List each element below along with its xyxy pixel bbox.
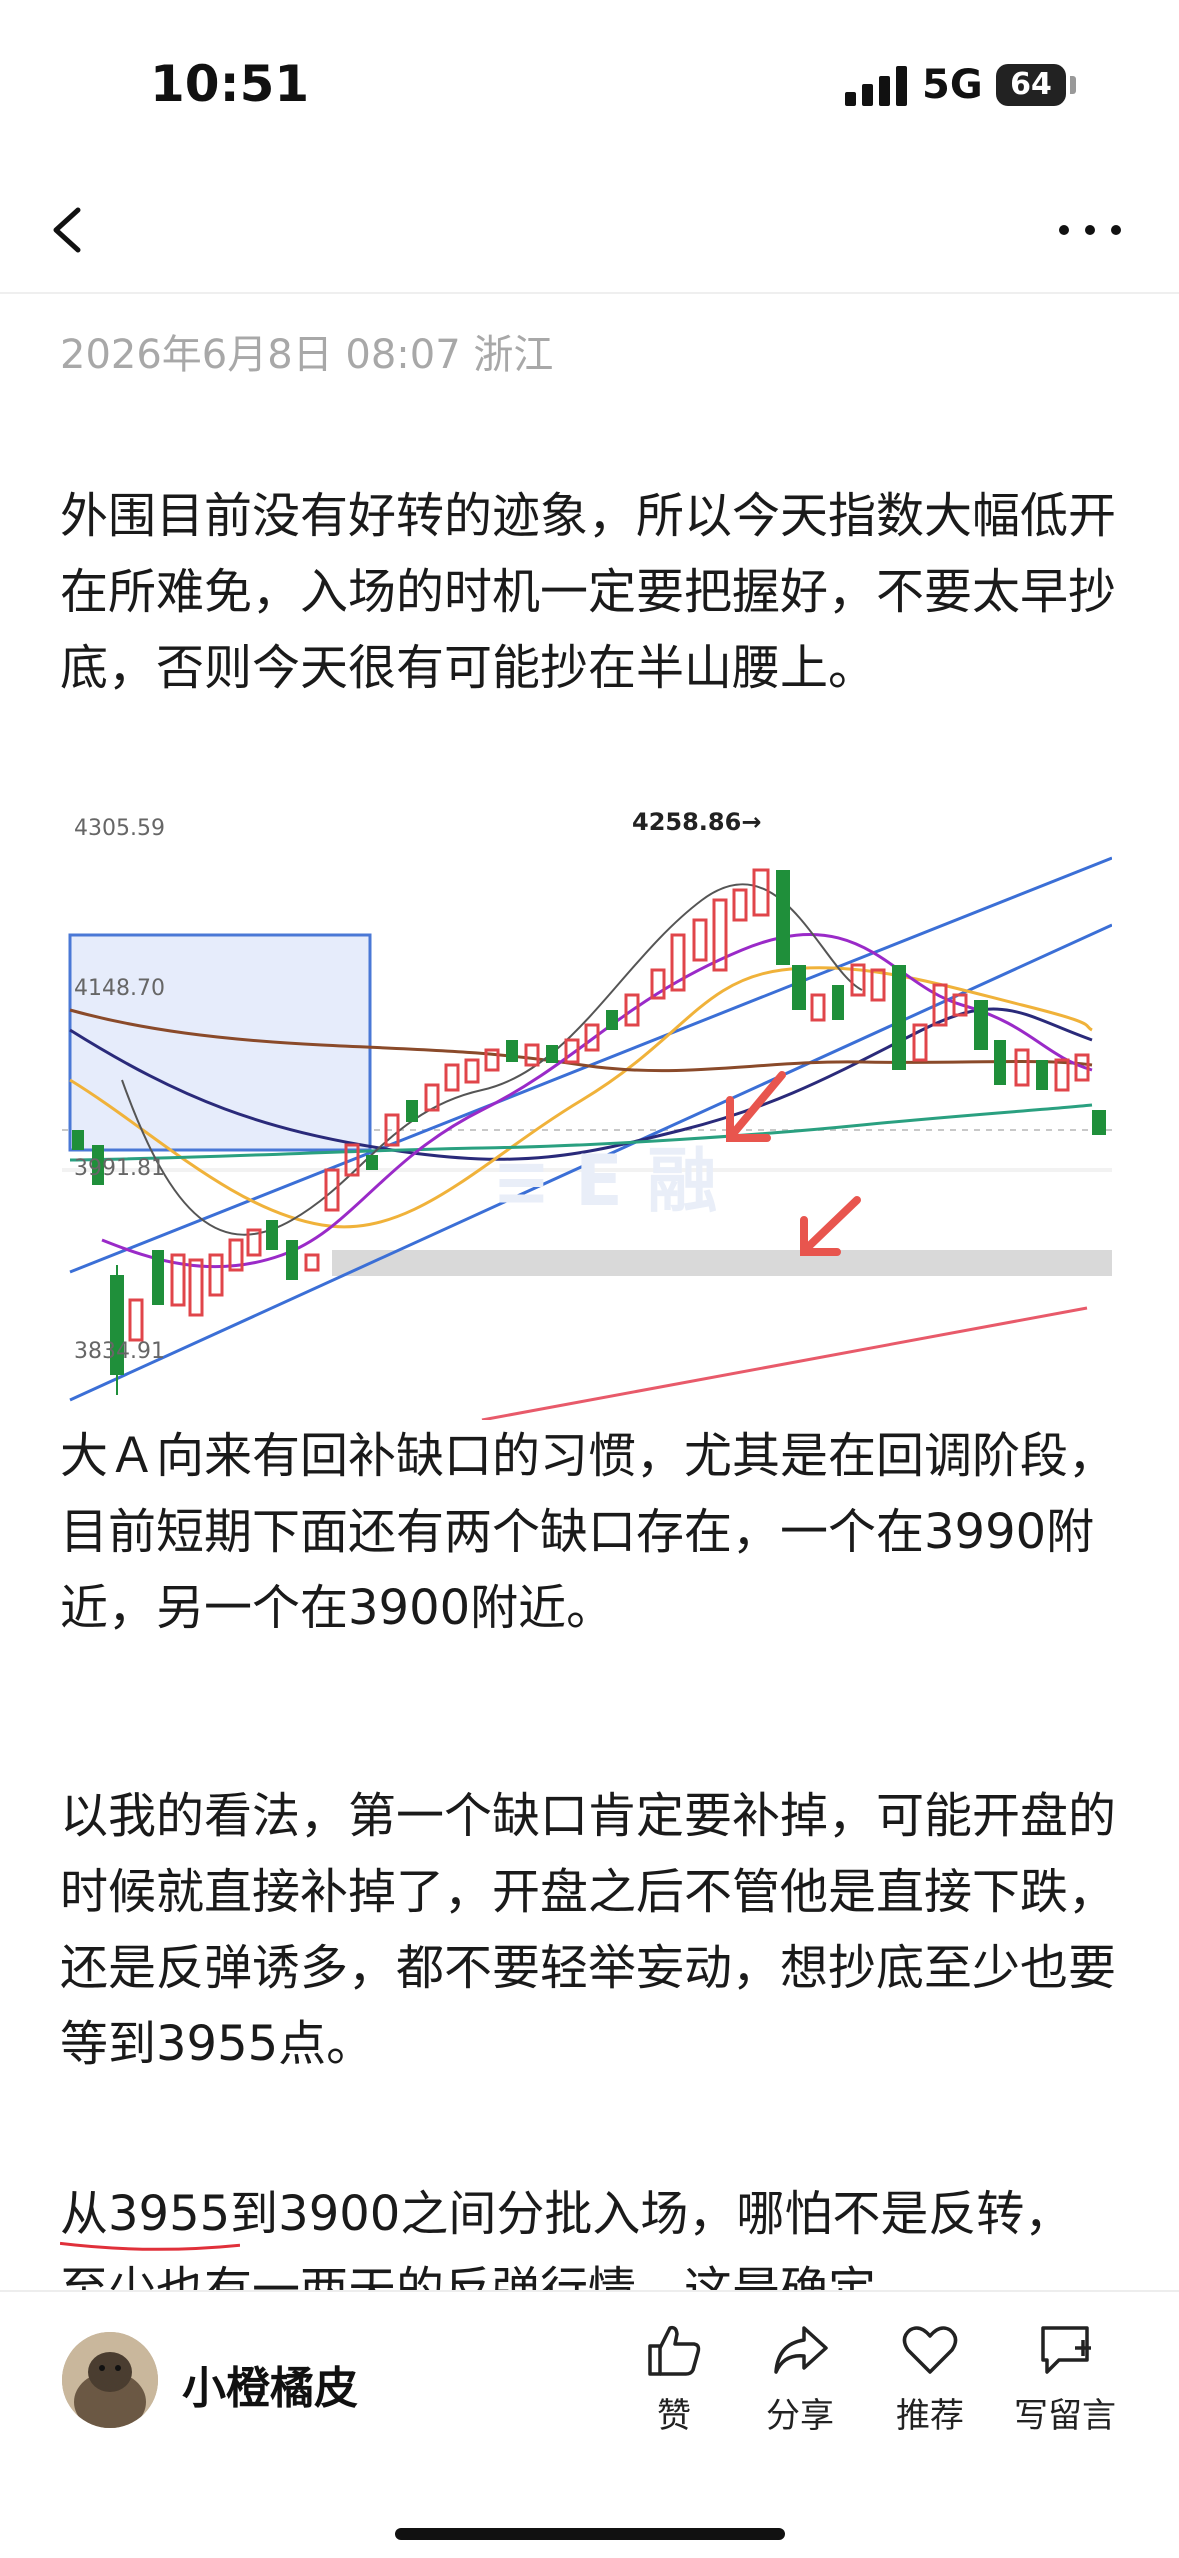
back-button[interactable] bbox=[42, 200, 102, 260]
more-dots-icon bbox=[1059, 225, 1121, 235]
more-button[interactable] bbox=[1050, 200, 1130, 260]
post-paragraph-2: 大Ａ向来有回补缺口的习惯，尤其是在回调阶段，目前短期下面还有两个缺口存在，一个在… bbox=[60, 1428, 1117, 1636]
recommend-label: 推荐 bbox=[896, 2396, 964, 2436]
candlestick-chart-image: ≡ E 融 4305.59 4148.70 3991.81 3834.91 42… bbox=[62, 800, 1113, 1422]
seal-avatar-image bbox=[62, 2332, 158, 2428]
comment-icon bbox=[1041, 2326, 1091, 2374]
bottom-action-bar: 小橙橘皮 赞 分享 推荐 写留言 bbox=[0, 2290, 1179, 2558]
chevron-left-icon bbox=[53, 207, 81, 253]
author-name[interactable]: 小橙橘皮 bbox=[182, 2352, 358, 2416]
share-button[interactable]: 分享 bbox=[740, 2320, 860, 2437]
highlight-box bbox=[68, 933, 372, 1152]
underlined-phrase-text: 从3955到3900之间分批入场， bbox=[60, 2186, 737, 2242]
post-paragraph-3: 以我的看法，第一个缺口肯定要补掉，可能开盘的时候就直接补掉了，开盘之后不管他是直… bbox=[60, 1788, 1117, 2072]
author-avatar[interactable] bbox=[62, 2332, 158, 2428]
price-label-bottom: 3834.91 bbox=[74, 1339, 165, 1364]
peak-label: 4258.86→ bbox=[632, 808, 761, 836]
red-underline bbox=[60, 2238, 240, 2256]
post-paragraph-1: 外围目前没有好转的迹象，所以今天指数大幅低开在所难免，入场的时机一定要把握好，不… bbox=[60, 488, 1117, 696]
status-bar: 10:51 5G 64 bbox=[0, 0, 1179, 170]
like-button[interactable]: 赞 bbox=[614, 2320, 734, 2437]
price-label-top: 4305.59 bbox=[74, 816, 165, 841]
recommend-button[interactable]: 推荐 bbox=[870, 2320, 990, 2437]
thumbs-up-icon bbox=[648, 2325, 701, 2376]
signal-icon bbox=[845, 66, 907, 106]
like-label: 赞 bbox=[657, 2396, 691, 2436]
battery-cap bbox=[1070, 76, 1076, 94]
comment-label: 写留言 bbox=[1014, 2396, 1116, 2436]
price-label-mid: 4148.70 bbox=[74, 976, 165, 1001]
share-icon bbox=[774, 2326, 828, 2374]
home-indicator bbox=[395, 2528, 785, 2540]
price-label-lower: 3991.81 bbox=[74, 1156, 165, 1181]
gap-zone bbox=[332, 1250, 1112, 1276]
comment-button[interactable]: 写留言 bbox=[1000, 2320, 1130, 2437]
post-meta: 2026年6月8日 08:07 浙江 bbox=[60, 332, 554, 378]
network-label: 5G bbox=[922, 62, 983, 108]
chart-svg: ≡ E 融 4305.59 4148.70 3991.81 3834.91 42… bbox=[62, 800, 1113, 1422]
share-label: 分享 bbox=[766, 2396, 834, 2436]
nav-bar bbox=[0, 170, 1179, 294]
svg-text:≡ E 融: ≡ E 融 bbox=[492, 1140, 717, 1222]
underlined-phrase: 从3955到3900之间分批入场， bbox=[60, 2186, 736, 2242]
status-time: 10:51 bbox=[150, 55, 310, 113]
heart-icon bbox=[902, 2326, 958, 2374]
battery-icon: 64 bbox=[996, 64, 1066, 106]
